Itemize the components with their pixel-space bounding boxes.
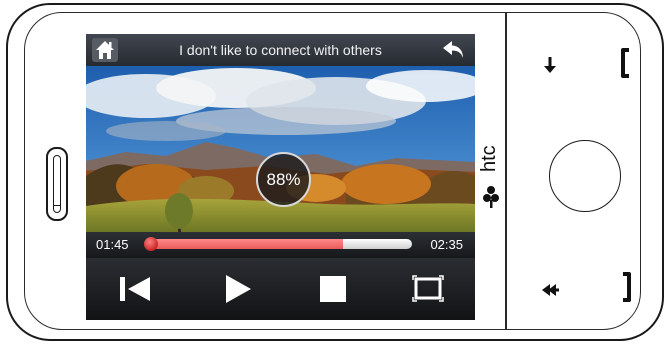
- fullscreen-icon: [412, 275, 444, 302]
- title-bar: I don't like to connect with others: [86, 34, 475, 66]
- talk-key[interactable]: [618, 47, 634, 84]
- brand-logo: htc: [472, 128, 504, 218]
- playback-controls: [86, 258, 475, 320]
- down-arrow-icon: [544, 57, 556, 73]
- buffering-percent: 88%: [256, 152, 311, 207]
- seek-bar: 01:45 02:35: [86, 232, 475, 258]
- progress-track[interactable]: [144, 237, 412, 251]
- previous-button[interactable]: [100, 258, 170, 320]
- back-key[interactable]: [539, 281, 561, 304]
- home-icon: [96, 41, 114, 59]
- volume-down-key[interactable]: [541, 55, 559, 80]
- play-button[interactable]: [203, 258, 273, 320]
- play-icon: [226, 275, 251, 303]
- back-button[interactable]: [441, 38, 467, 62]
- end-key[interactable]: [618, 271, 634, 308]
- elapsed-time: 01:45: [96, 237, 129, 252]
- stop-icon: [320, 276, 346, 302]
- navigation-ball[interactable]: [549, 140, 621, 212]
- progress-fill: [148, 239, 344, 249]
- phone-end-icon: [623, 272, 631, 302]
- svg-text:htc: htc: [478, 145, 500, 172]
- key-panel-divider: [505, 13, 507, 329]
- stop-button[interactable]: [297, 258, 367, 320]
- fullscreen-button[interactable]: [389, 258, 459, 320]
- skip-previous-icon: [120, 277, 150, 301]
- back-key-icon: [542, 284, 559, 296]
- phone-talk-icon: [621, 48, 629, 78]
- screen: I don't like to connect with others 88% …: [86, 34, 475, 320]
- back-arrow-icon: [443, 41, 463, 58]
- speaker-slot: [46, 147, 68, 221]
- home-button[interactable]: [92, 38, 118, 62]
- speaker-grille: [53, 155, 61, 213]
- progress-knob[interactable]: [144, 237, 158, 251]
- total-time: 02:35: [430, 237, 463, 252]
- htc-logo-icon: htc: [478, 145, 500, 208]
- media-title: I don't like to connect with others: [179, 42, 382, 58]
